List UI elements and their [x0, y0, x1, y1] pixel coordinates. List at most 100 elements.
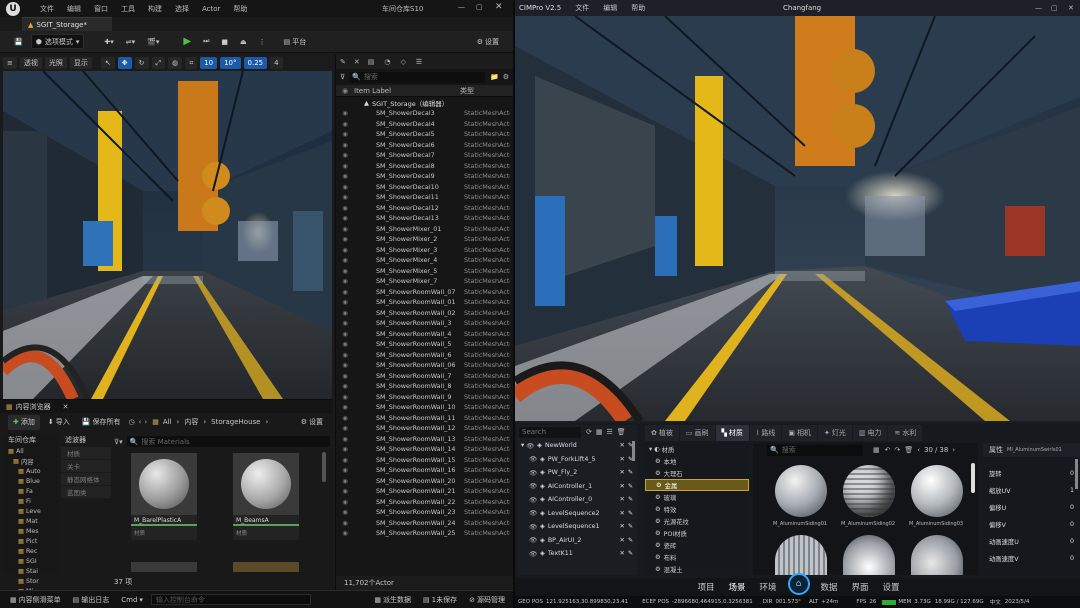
outliner-row[interactable]: ◉ SM_ShowerRoomWall_12 StaticMeshActor: [336, 423, 513, 434]
menu-window[interactable]: 窗口: [94, 4, 108, 14]
outliner-row[interactable]: ◉ SM_ShowerRoomWall_21 StaticMeshActor: [336, 486, 513, 497]
filter-levels[interactable]: 关卡: [61, 460, 111, 472]
menu-build[interactable]: 构建: [148, 4, 162, 14]
visibility-eye-icon[interactable]: ◉: [336, 477, 354, 485]
pencil-icon[interactable]: ✎: [340, 58, 346, 66]
scene-search-input[interactable]: Search: [519, 426, 581, 438]
maximize-icon[interactable]: ▢: [476, 3, 483, 11]
scene-row[interactable]: 👁 ◈ PW_ForkLift4_5 ✕ ✎: [517, 453, 637, 467]
filter-materials[interactable]: 材质: [61, 447, 111, 459]
eye-icon[interactable]: 👁: [529, 536, 537, 544]
visibility-eye-icon[interactable]: ◉: [336, 330, 354, 338]
cb-tree-item[interactable]: ▦ Pict: [4, 536, 58, 546]
close-icon[interactable]: ✕: [1068, 4, 1074, 12]
asset-tile-beams[interactable]: M_BeamsA 材质: [233, 453, 299, 540]
play-options-icon[interactable]: ⋮: [255, 34, 270, 49]
lit-button[interactable]: 光照: [44, 57, 67, 69]
tab-brush[interactable]: ▭ 画刷: [679, 425, 715, 441]
forward-icon[interactable]: ›: [144, 418, 147, 426]
derived-data-button[interactable]: ▦ 派生数据: [370, 592, 415, 607]
undo-icon[interactable]: ↶: [885, 446, 891, 454]
material-category-item[interactable]: ⚙ 瓷砖: [645, 539, 749, 551]
nav-data[interactable]: 数据: [821, 581, 838, 593]
play-icon[interactable]: ▶: [179, 34, 195, 49]
visibility-eye-icon[interactable]: ◉: [336, 456, 354, 464]
visibility-eye-icon[interactable]: ◉: [336, 162, 354, 170]
nav-scene[interactable]: 场景: [728, 581, 745, 593]
path-content[interactable]: 内容: [184, 417, 198, 427]
nav-settings[interactable]: 设置: [883, 581, 900, 593]
source-control-button[interactable]: ⊘ 源码管理: [465, 592, 509, 607]
filter-static-mesh[interactable]: 静态网格体: [61, 473, 111, 485]
cim-menu-file[interactable]: 文件: [575, 3, 589, 13]
outliner-row[interactable]: ◉ SM_ShowerDecal5 StaticMeshActor: [336, 129, 513, 140]
nav-environment[interactable]: 环境: [759, 581, 776, 593]
layers-tab-icon[interactable]: ◇: [400, 58, 405, 66]
cb-tab-label[interactable]: 内容浏览器: [16, 402, 51, 412]
close-icon[interactable]: ✕: [354, 58, 360, 66]
property-row[interactable]: 偏移V 0: [983, 516, 1080, 533]
visibility-eye-icon[interactable]: ◉: [336, 319, 354, 327]
nav-home-button[interactable]: ⌂: [787, 573, 810, 595]
eye-icon[interactable]: 👁: [529, 550, 537, 558]
save-icon[interactable]: 💾: [10, 34, 27, 49]
grid-icon[interactable]: ▦: [873, 446, 880, 454]
unreal-logo-icon[interactable]: U: [6, 1, 20, 16]
menu-select[interactable]: 选择: [175, 4, 189, 14]
outliner-row[interactable]: ◉ SM_ShowerRoomWall_23 StaticMeshActor: [336, 507, 513, 518]
material-category-item[interactable]: ⚙ 光源花纹: [645, 515, 749, 527]
cb-tree-item[interactable]: ▦ Blue: [4, 476, 58, 486]
outliner-row[interactable]: ◉ SM_ShowerRoomWall_02 StaticMeshActor: [336, 308, 513, 319]
pencil-icon[interactable]: ✎: [628, 550, 633, 557]
tab-material[interactable]: ▚ 材质: [715, 425, 749, 441]
import-button[interactable]: ⬇ 导入: [44, 415, 74, 430]
cinematics-icon[interactable]: 🎬▾: [143, 34, 163, 49]
minimize-icon[interactable]: —: [458, 3, 465, 11]
close-icon[interactable]: ✕: [619, 496, 624, 503]
visibility-eye-icon[interactable]: ◉: [336, 267, 354, 275]
material-category-item[interactable]: ⚙ 特效: [645, 503, 749, 515]
visibility-eye-icon[interactable]: ◉: [336, 193, 354, 201]
delete-icon[interactable]: 🗑: [617, 428, 626, 436]
pencil-icon[interactable]: ✎: [628, 496, 633, 503]
cb-tree-item[interactable]: ▦ Mat: [4, 516, 58, 526]
outliner-row[interactable]: ◉ SM_ShowerRoomWall_9 StaticMeshActor: [336, 392, 513, 403]
scene-row[interactable]: 👁 ◈ BP_AirUI_2 ✕ ✎: [517, 534, 637, 548]
close-icon[interactable]: ✕: [619, 456, 624, 463]
outliner-row[interactable]: ◉ SM_ShowerRoomWall_07 StaticMeshActor: [336, 287, 513, 298]
outliner-row[interactable]: ◉ SM_ShowerDecal12 StaticMeshActor: [336, 203, 513, 214]
delete-icon[interactable]: 🗑: [904, 446, 913, 454]
visibility-eye-icon[interactable]: ◉: [336, 498, 354, 506]
outliner-row[interactable]: ◉ SM_ShowerRoomWall_6 StaticMeshActor: [336, 350, 513, 361]
prev-page-icon[interactable]: ‹: [917, 446, 920, 454]
visibility-eye-icon[interactable]: ◉: [336, 141, 354, 149]
content-drawer-button[interactable]: ▦ 内容侧滑菜单: [6, 592, 65, 607]
outliner-row[interactable]: ◉ SM_ShowerDecal13 StaticMeshActor: [336, 213, 513, 224]
add-actor-icon[interactable]: ✚▾: [100, 34, 117, 49]
close-icon[interactable]: ✕: [619, 483, 624, 490]
eject-icon[interactable]: ⏏: [236, 34, 251, 49]
scene-row[interactable]: 👁 ◈ TextK11 ✕ ✎: [517, 547, 637, 561]
material-category-item[interactable]: ⚙ 混凝土: [645, 563, 749, 575]
outliner-row[interactable]: ◉ SM_ShowerRoomWall_3 StaticMeshActor: [336, 318, 513, 329]
menu-edit[interactable]: 编辑: [67, 4, 81, 14]
cmd-dropdown[interactable]: Cmd ▾: [117, 592, 147, 607]
properties-scrollbar[interactable]: [1075, 459, 1078, 489]
nav-project[interactable]: 项目: [697, 581, 714, 593]
outliner-row[interactable]: ◉ SM_ShowerMixer_5 StaticMeshActor: [336, 266, 513, 277]
visibility-eye-icon[interactable]: ◉: [336, 508, 354, 516]
next-page-icon[interactable]: ›: [952, 446, 955, 454]
material-ball-5[interactable]: [843, 535, 895, 575]
outliner-row[interactable]: ◉ SM_ShowerDecal8 StaticMeshActor: [336, 161, 513, 172]
eye-icon[interactable]: 👁: [529, 469, 537, 477]
property-value[interactable]: 1: [1070, 487, 1074, 494]
close-icon[interactable]: ✕: [619, 469, 624, 476]
cb-scrollbar[interactable]: [322, 452, 326, 482]
settings-icon[interactable]: ⚙: [503, 73, 509, 81]
pencil-icon[interactable]: ✎: [628, 510, 633, 517]
outliner-row[interactable]: ◉ SM_ShowerRoomWall_13 StaticMeshActor: [336, 434, 513, 445]
close-icon[interactable]: ✕: [619, 510, 624, 517]
visibility-eye-icon[interactable]: ◉: [336, 382, 354, 390]
cb-tree-item[interactable]: ▦ Stor: [4, 576, 58, 586]
outliner-row[interactable]: ◉ SM_ShowerRoomWall_5 StaticMeshActor: [336, 339, 513, 350]
